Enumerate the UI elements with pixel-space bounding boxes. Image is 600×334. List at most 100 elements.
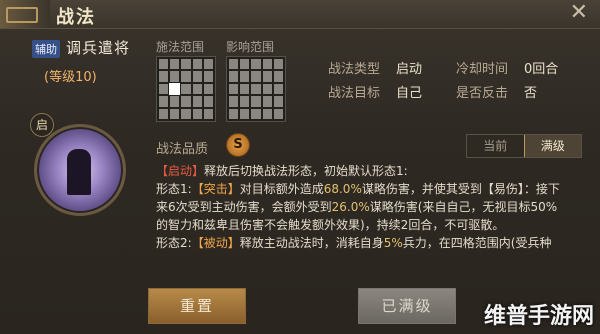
range-cell <box>170 96 180 107</box>
range-cell <box>273 83 283 95</box>
range-cell <box>192 71 202 82</box>
skill-type-value: 启动 <box>396 62 423 77</box>
skill-level: (等级10) <box>44 70 97 85</box>
desc-line-5: 形态2:【被动】释放主动战法时，消耗自身5%兵力，在四格范围内(受兵种 <box>156 234 596 252</box>
tab-current[interactable]: 当前 <box>467 135 524 157</box>
range-cell <box>273 96 283 107</box>
range-cell <box>240 96 250 107</box>
counterattack-value: 否 <box>524 86 538 101</box>
close-icon[interactable]: ✕ <box>570 2 588 24</box>
range-cell <box>159 108 169 119</box>
cast-range-label: 施法范围 <box>156 40 205 54</box>
range-cell <box>181 71 191 82</box>
range-cell <box>159 59 169 70</box>
range-cell <box>181 59 191 70</box>
skill-portrait <box>34 124 126 216</box>
max-level-button: 已满级 <box>358 288 456 324</box>
tab-max-level[interactable]: 满级 <box>523 135 581 157</box>
title-bar: 战法 ✕ <box>0 0 600 29</box>
range-cell <box>273 59 283 70</box>
quality-badge: S <box>226 133 250 157</box>
desc-text-5b: 兵力，在四格范围内(受兵种 <box>402 236 552 250</box>
range-cell <box>262 59 272 70</box>
range-cell <box>181 96 191 107</box>
desc-tag-start: 【启动】 <box>156 164 205 178</box>
desc-text-5a: 释放主动战法时，消耗自身 <box>239 236 384 250</box>
desc-tag-assault: 【突击】 <box>191 182 240 196</box>
range-cell <box>251 83 261 95</box>
effect-range-grid <box>226 56 286 122</box>
cast-range-grid <box>156 56 216 122</box>
desc-form1-prefix: 形态1: <box>156 182 192 196</box>
range-cell <box>240 108 250 119</box>
range-cell <box>251 71 261 82</box>
desc-line-1: 【启动】释放后切换战法形态，初始默认形态1: <box>156 162 596 180</box>
desc-text-3b: 谋略伤害(来自自己，无视目标50% <box>369 200 558 214</box>
range-cell <box>181 83 191 95</box>
range-cell <box>262 108 272 119</box>
range-cell <box>262 71 272 82</box>
range-cell-active <box>170 83 180 95</box>
range-cell <box>203 59 213 70</box>
range-cell <box>159 83 169 95</box>
range-cell <box>251 108 261 119</box>
skill-description: 【启动】释放后切换战法形态，初始默认形态1: 形态1:【突击】对目标额外造成68… <box>156 162 596 252</box>
desc-text-3a: 来6次受到主动伤害，会额外受到 <box>156 200 332 214</box>
quality-label: 战法品质 <box>156 142 209 157</box>
skill-target-value: 自己 <box>396 86 423 101</box>
counterattack-label: 是否反击 <box>456 86 509 101</box>
desc-text-2b: 谋略伤害，并使其受到【易伤】：接下 <box>361 182 560 196</box>
range-cell <box>203 83 213 95</box>
range-cell <box>159 96 169 107</box>
effect-range-label: 影响范围 <box>226 40 275 54</box>
range-cell <box>229 71 239 82</box>
cooldown-value: 0回合 <box>524 62 559 77</box>
range-cell <box>229 83 239 95</box>
desc-line-2: 形态1:【突击】对目标额外造成68.0%谋略伤害，并使其受到【易伤】：接下 <box>156 180 596 198</box>
skill-detail-panel: 施法范围 影响范围 战法类型 启动 冷却时间 0回合 战法目标 自己 是否反击 … <box>148 28 600 334</box>
range-cell <box>203 96 213 107</box>
range-cell <box>229 59 239 70</box>
skill-window: 战法 ✕ 辅助 调兵遣将 (等级10) 启 施法范围 影响范围 战法类型 启动 … <box>0 0 600 334</box>
range-cell <box>273 108 283 119</box>
window-title: 战法 <box>56 7 96 28</box>
desc-pct-1: 68.0% <box>323 182 362 196</box>
range-cell <box>251 59 261 70</box>
range-cell <box>229 96 239 107</box>
desc-form2-prefix: 形态2: <box>156 236 192 250</box>
range-cell <box>262 96 272 107</box>
range-cell <box>192 96 202 107</box>
range-cell <box>229 108 239 119</box>
site-watermark: 维普手游网 <box>483 304 594 329</box>
range-cell <box>240 71 250 82</box>
range-cell <box>203 71 213 82</box>
role-badge: 辅助 <box>32 40 60 58</box>
skill-name: 调兵遣将 <box>66 39 131 57</box>
skill-summary-panel: 辅助 调兵遣将 (等级10) 启 <box>0 28 148 334</box>
warrior-figure-icon <box>67 149 91 195</box>
range-cell <box>170 59 180 70</box>
range-cell <box>192 83 202 95</box>
range-cell <box>240 59 250 70</box>
skill-type-label: 战法类型 <box>328 62 381 77</box>
desc-text-2a: 对目标额外造成 <box>239 182 324 196</box>
level-tabs: 当前 满级 <box>466 134 582 158</box>
desc-text-1: 释放后切换战法形态，初始默认形态1: <box>204 164 408 178</box>
range-cell <box>251 96 261 107</box>
reset-button[interactable]: 重置 <box>148 288 246 324</box>
title-ornament-icon <box>0 0 50 28</box>
range-cell <box>240 83 250 95</box>
desc-pct-3: 5% <box>383 236 403 250</box>
skill-target-label: 战法目标 <box>328 86 381 101</box>
range-cell <box>203 108 213 119</box>
desc-line-4: 的智力和兹卑且伤害不会触发额外效果)，持续2回合，不可驱散。 <box>156 218 505 232</box>
cooldown-label: 冷却时间 <box>456 62 509 77</box>
desc-line-3: 来6次受到主动伤害，会额外受到26.0%谋略伤害(来自自己，无视目标50% <box>156 198 596 216</box>
range-cell <box>273 71 283 82</box>
desc-pct-2: 26.0% <box>331 200 370 214</box>
range-cell <box>262 83 272 95</box>
range-cell <box>159 71 169 82</box>
range-cell <box>170 108 180 119</box>
range-cell <box>192 59 202 70</box>
activation-badge: 启 <box>30 113 54 137</box>
